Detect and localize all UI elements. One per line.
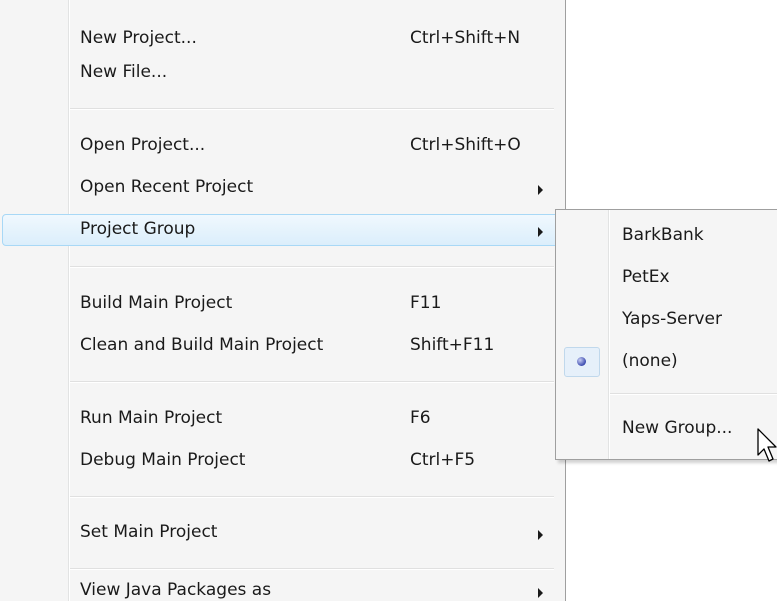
submenu-item-label: (none) bbox=[622, 351, 678, 371]
menu-item-shortcut: Ctrl+Shift+O bbox=[410, 135, 521, 155]
menu-item-label: New Project... bbox=[80, 28, 197, 48]
submenu-item-none[interactable]: (none) bbox=[556, 341, 777, 383]
menu-item-clean-and-build[interactable]: Clean and Build Main Project Shift+F11 bbox=[0, 329, 566, 363]
menu-separator bbox=[70, 496, 554, 498]
menu-item-label: Build Main Project bbox=[80, 293, 233, 313]
menu-separator bbox=[70, 266, 554, 268]
submenu-arrow-icon bbox=[538, 185, 543, 195]
menu-item-debug-main-project[interactable]: Debug Main Project Ctrl+F5 bbox=[0, 444, 566, 478]
menu-item-shortcut: Ctrl+F5 bbox=[410, 450, 476, 470]
file-menu: New Project... Ctrl+Shift+N New File... … bbox=[0, 0, 566, 601]
menu-item-project-group[interactable]: Project Group bbox=[0, 213, 566, 247]
submenu-arrow-icon bbox=[538, 227, 543, 237]
menu-item-build-main-project[interactable]: Build Main Project F11 bbox=[0, 287, 566, 321]
submenu-item-petex[interactable]: PetEx bbox=[556, 257, 777, 299]
menu-item-new-project[interactable]: New Project... Ctrl+Shift+N bbox=[0, 22, 566, 56]
menu-item-label: Open Project... bbox=[80, 135, 206, 155]
submenu-item-label: BarkBank bbox=[622, 225, 704, 245]
menu-item-label: Debug Main Project bbox=[80, 450, 246, 470]
project-group-submenu: BarkBank PetEx Yaps-Server (none) New Gr… bbox=[555, 209, 777, 460]
submenu-separator bbox=[610, 393, 777, 395]
menu-item-label: Set Main Project bbox=[80, 522, 218, 542]
menu-item-label: Run Main Project bbox=[80, 408, 223, 428]
menu-separator bbox=[70, 568, 554, 570]
menu-item-set-main-project[interactable]: Set Main Project bbox=[0, 516, 566, 550]
menu-item-shortcut: Ctrl+Shift+N bbox=[410, 28, 521, 48]
submenu-arrow-icon bbox=[538, 588, 543, 598]
submenu-item-label: PetEx bbox=[622, 267, 670, 287]
menu-item-shortcut: F11 bbox=[410, 293, 442, 313]
submenu-item-label: New Group... bbox=[622, 418, 733, 438]
menu-separator bbox=[70, 381, 554, 383]
submenu-item-new-group[interactable]: New Group... bbox=[556, 408, 777, 450]
submenu-item-barkbank[interactable]: BarkBank bbox=[556, 215, 777, 257]
menu-item-shortcut: F6 bbox=[410, 408, 431, 428]
menu-item-label: Project Group bbox=[80, 219, 196, 239]
menu-item-label: Open Recent Project bbox=[80, 177, 254, 197]
menu-item-view-java-packages[interactable]: View Java Packages as bbox=[0, 574, 566, 608]
menu-item-run-main-project[interactable]: Run Main Project F6 bbox=[0, 402, 566, 436]
menu-item-shortcut: Shift+F11 bbox=[410, 335, 495, 355]
menu-item-open-recent-project[interactable]: Open Recent Project bbox=[0, 171, 566, 205]
submenu-item-yaps-server[interactable]: Yaps-Server bbox=[556, 299, 777, 341]
submenu-arrow-icon bbox=[538, 530, 543, 540]
menu-item-label: Clean and Build Main Project bbox=[80, 335, 324, 355]
menu-item-label: View Java Packages as bbox=[80, 580, 272, 600]
radio-selected-icon bbox=[564, 347, 600, 377]
mouse-cursor-icon bbox=[757, 428, 777, 462]
menu-item-new-file[interactable]: New File... bbox=[0, 56, 566, 90]
menu-item-open-project[interactable]: Open Project... Ctrl+Shift+O bbox=[0, 129, 566, 163]
submenu-item-label: Yaps-Server bbox=[622, 309, 722, 329]
menu-separator bbox=[70, 108, 554, 110]
menu-item-label: New File... bbox=[80, 62, 168, 82]
